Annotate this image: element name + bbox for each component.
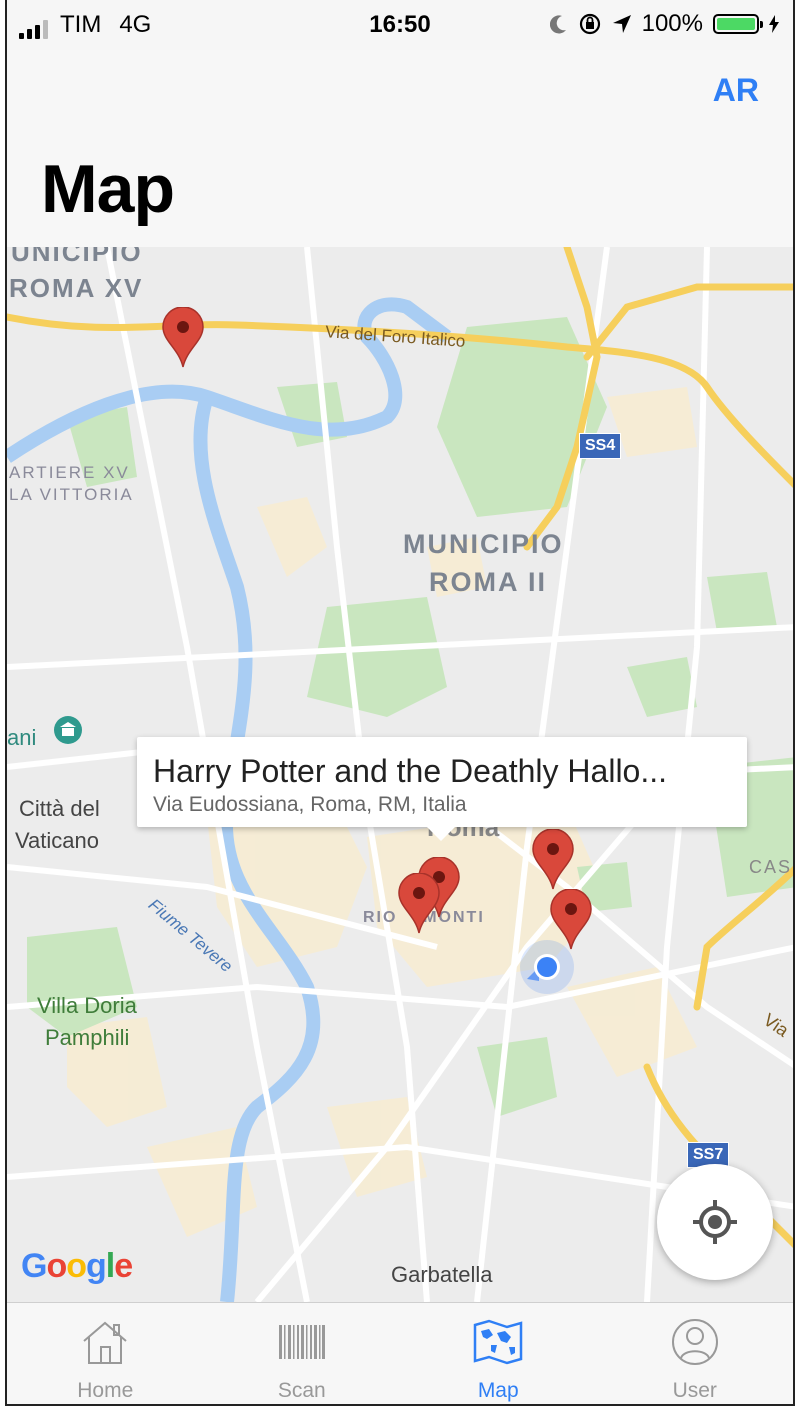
- moon-icon: [549, 15, 566, 34]
- barcode-icon: [278, 1325, 325, 1359]
- map-label-municipio-ii: MUNICIPIO: [403, 529, 564, 559]
- map-label-roma-ii: ROMA II: [429, 567, 547, 597]
- map-pin-marker[interactable]: [161, 307, 205, 369]
- pin-callout[interactable]: Harry Potter and the Deathly Hallo... Vi…: [137, 737, 747, 841]
- tab-map[interactable]: Map: [400, 1303, 597, 1404]
- map-label-ani: ani: [7, 725, 37, 750]
- map-label-garbatella: Garbatella: [391, 1262, 493, 1287]
- tab-user[interactable]: User: [597, 1303, 794, 1404]
- tab-map-label: Map: [477, 1379, 519, 1402]
- map-pin-marker[interactable]: [531, 829, 575, 891]
- map-label-vaticano: Vaticano: [15, 828, 99, 853]
- map-label-villa-doria: Villa Doria: [37, 993, 137, 1018]
- rotation-lock-icon: [579, 13, 600, 35]
- crosshair-icon: [693, 1200, 737, 1244]
- ar-button[interactable]: AR: [713, 72, 759, 109]
- map-pin-marker-selected[interactable]: [397, 873, 441, 935]
- tab-home-label: Home: [77, 1379, 134, 1402]
- google-logo: Google: [21, 1247, 133, 1285]
- map-label-la-vittoria: LA VITTORIA: [9, 485, 134, 504]
- navigation-header: AR Map: [7, 50, 793, 248]
- map-label-pamphili: Pamphili: [45, 1025, 130, 1050]
- status-bar: TIM 4G 16:50 100%: [7, 0, 793, 50]
- map-label-citta-del: Città del: [19, 796, 100, 821]
- callout-title: Harry Potter and the Deathly Hallo...: [153, 753, 668, 789]
- page-title: Map: [41, 151, 175, 227]
- map-view[interactable]: UNICIPIO ROMA XV ARTIERE XV LA VITTORIA …: [7, 247, 793, 1302]
- user-icon: [671, 1319, 718, 1365]
- app-screen: TIM 4G 16:50 100% AR Map UNICIPIO ROMA X…: [5, 0, 795, 1406]
- tab-user-label: User: [672, 1379, 717, 1402]
- map-label-quartiere-xv: ARTIERE XV: [9, 463, 130, 482]
- map-shield-ss4: SS4: [579, 433, 622, 459]
- museum-icon: [54, 716, 82, 744]
- map-label-municipio-xv: UNICIPIO: [11, 247, 143, 267]
- charging-bolt-icon: [769, 15, 779, 33]
- tab-scan[interactable]: Scan: [204, 1303, 401, 1404]
- location-arrow-icon: [612, 15, 631, 33]
- home-icon: [83, 1321, 127, 1364]
- map-label-roma-xv: ROMA XV: [9, 273, 144, 303]
- world-map-icon: [474, 1319, 523, 1365]
- tab-bar: Home Scan Map User: [7, 1302, 794, 1404]
- battery-icon: [713, 14, 763, 34]
- battery-percent: 100%: [641, 10, 703, 37]
- map-label-cas: CAS: [749, 857, 793, 877]
- tab-scan-label: Scan: [277, 1379, 326, 1402]
- map-pin-marker[interactable]: [549, 889, 593, 951]
- tab-home[interactable]: Home: [7, 1303, 204, 1404]
- callout-subtitle: Via Eudossiana, Roma, RM, Italia: [153, 793, 467, 816]
- my-location-button[interactable]: [657, 1164, 773, 1280]
